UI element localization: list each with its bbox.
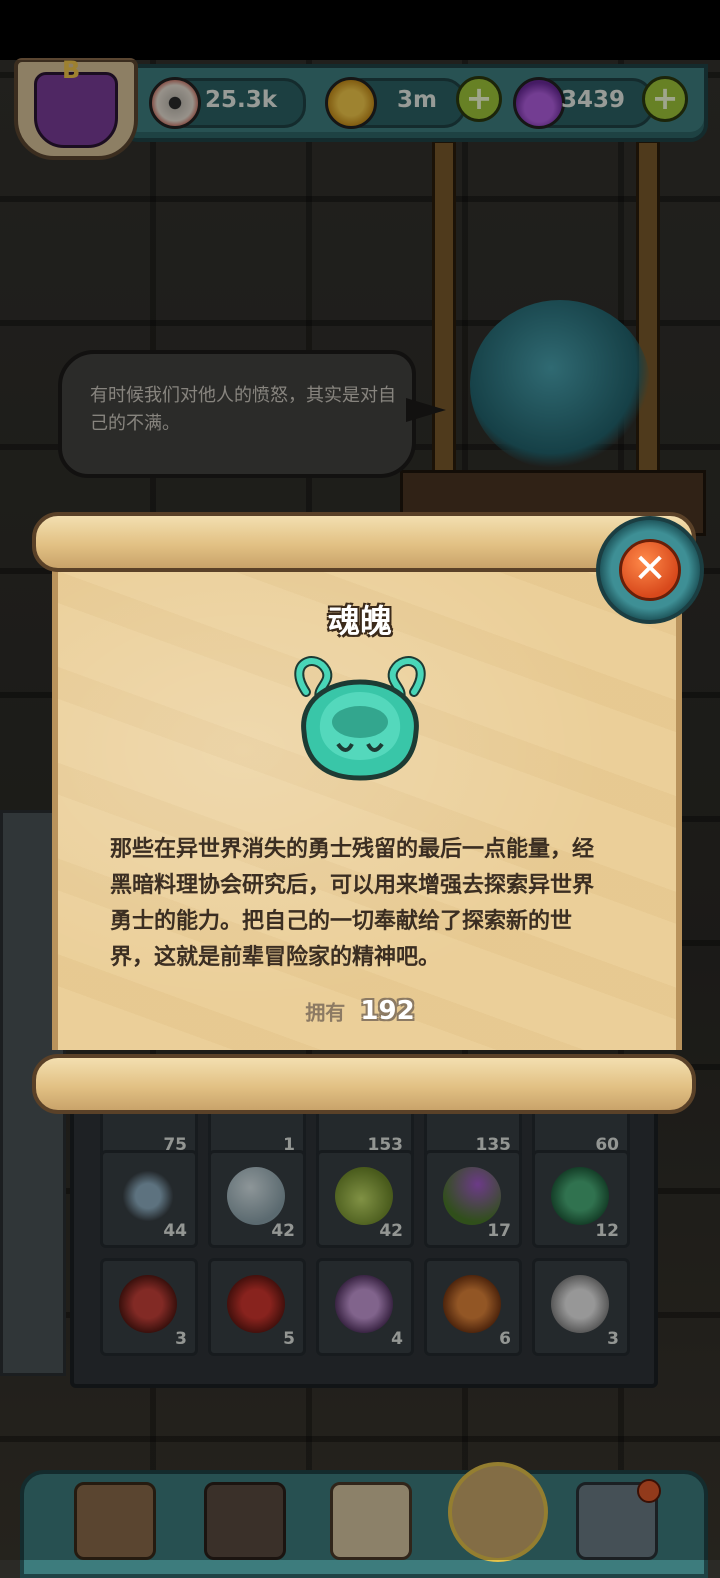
pot-item-icon (119, 1275, 177, 1333)
monster-icon[interactable] (204, 1482, 286, 1560)
owned-row: 拥有 192 (0, 996, 720, 1026)
bag-icon[interactable] (448, 1462, 548, 1562)
potion-value: 3439 (560, 87, 625, 113)
book-icon[interactable] (330, 1482, 412, 1560)
herb-item-icon (551, 1167, 609, 1225)
owned-count: 192 (360, 996, 415, 1026)
coins-resource[interactable]: 3m (325, 77, 466, 129)
stand-pole-left (432, 140, 456, 476)
add-potion-button[interactable]: + (642, 76, 688, 122)
resource-bar: 25.3k 3m + 3439 + (120, 64, 708, 142)
inventory-slot[interactable]: 6 (424, 1258, 522, 1356)
close-icon: ✕ (619, 539, 681, 601)
inventory-grid: 75 1 153 135 60 44 42 42 17 12 3 5 4 6 3 (70, 1064, 658, 1388)
item-title: 魂魄 (327, 602, 392, 640)
eyes-resource[interactable]: 25.3k (149, 77, 306, 129)
eyes-value: 25.3k (204, 87, 277, 113)
castle-icon[interactable] (74, 1482, 156, 1560)
eyeball-icon (149, 77, 201, 129)
rank-badge: B (62, 56, 81, 84)
speech-bubble-tail (406, 398, 446, 422)
potion-resource[interactable]: 3439 (513, 77, 654, 129)
soul-spirit-icon (294, 656, 426, 781)
inventory-slot[interactable]: 17 (424, 1150, 522, 1248)
speech-text: 有时候我们对他人的愤怒，其实是对自己的不满。 (90, 385, 396, 434)
egg-item-icon (335, 1167, 393, 1225)
owned-label: 拥有 (305, 1000, 346, 1025)
carrot-item-icon (443, 1275, 501, 1333)
bottom-nav (20, 1462, 708, 1578)
inventory-slot[interactable]: 44 (100, 1150, 198, 1248)
status-bar (0, 0, 720, 60)
inventory-slot[interactable]: 4 (316, 1258, 414, 1356)
inventory-slot[interactable]: 42 (208, 1150, 306, 1248)
coin-icon (325, 77, 377, 129)
add-coins-button[interactable]: + (456, 76, 502, 122)
crystal-item-icon (335, 1275, 393, 1333)
tentacle-item-icon (119, 1167, 177, 1225)
player-avatar[interactable]: B (14, 56, 138, 160)
notification-dot (637, 1479, 661, 1503)
bones-item-icon (551, 1275, 609, 1333)
tomato-item-icon (227, 1275, 285, 1333)
inventory-slot[interactable]: 5 (208, 1258, 306, 1356)
grid-menu-icon[interactable] (576, 1479, 661, 1560)
mushroom-item-icon (443, 1167, 501, 1225)
inventory-slot[interactable]: 3 (532, 1258, 630, 1356)
inventory-slot[interactable]: 42 (316, 1150, 414, 1248)
item-description: 那些在异世界消失的勇士残留的最后一点能量，经黑暗料理协会研究后，可以用来增强去探… (110, 837, 595, 970)
coins-value: 3m (397, 87, 437, 113)
inventory-slot[interactable]: 12 (532, 1150, 630, 1248)
stand-pole-right (636, 140, 660, 476)
potion-icon (513, 77, 565, 129)
fish-monster-npc[interactable] (470, 300, 650, 470)
speech-bubble: 有时候我们对他人的愤怒，其实是对自己的不满。 (58, 350, 446, 478)
scroll-bottom-roll (32, 1054, 696, 1114)
inventory-slot[interactable]: 3 (100, 1258, 198, 1356)
pearl-item-icon (227, 1167, 285, 1225)
